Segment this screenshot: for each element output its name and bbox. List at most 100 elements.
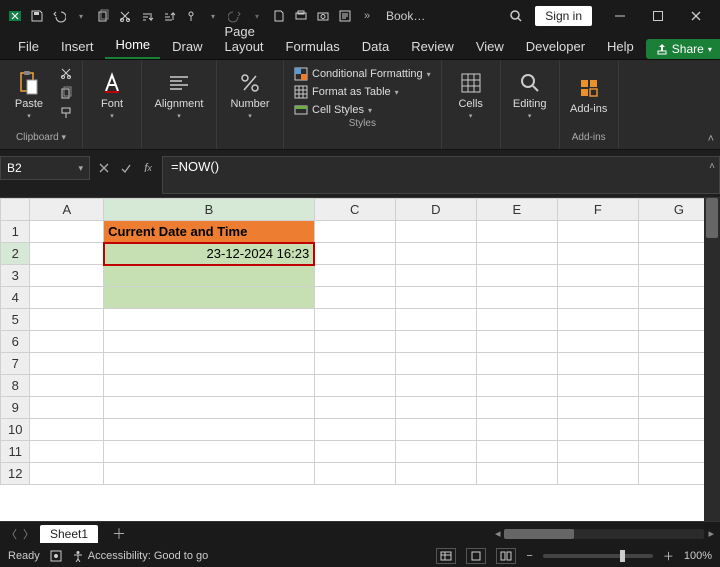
row-header-2[interactable]: 2 [1, 243, 30, 265]
minimize-button[interactable] [602, 2, 638, 30]
paste-button[interactable]: Paste ▾ [6, 62, 52, 128]
accessibility-icon [72, 550, 84, 562]
signin-button[interactable]: Sign in [535, 6, 592, 26]
workbook-name[interactable]: Book… [386, 9, 425, 23]
row-header-9[interactable]: 9 [1, 397, 30, 419]
conditional-formatting-button[interactable]: Conditional Formatting ▾ [290, 66, 435, 82]
row-header-6[interactable]: 6 [1, 331, 30, 353]
close-button[interactable] [678, 2, 714, 30]
format-painter-button[interactable] [56, 104, 76, 122]
zoom-out-button[interactable]: − [526, 550, 532, 562]
form-icon[interactable] [336, 7, 354, 25]
sort-desc-icon[interactable] [160, 7, 178, 25]
sheet-nav-prev[interactable]: 〈 [6, 526, 17, 542]
copy-icon[interactable] [94, 7, 112, 25]
clipboard-group-label: Clipboard ▾ [16, 132, 66, 145]
row-header-1[interactable]: 1 [1, 221, 30, 243]
hscroll-right[interactable]: ▸ [708, 527, 714, 540]
cells-button[interactable]: Cells ▾ [448, 62, 494, 128]
cut-button[interactable] [56, 64, 76, 82]
sheet-tab-sheet1[interactable]: Sheet1 [40, 525, 98, 543]
formula-bar: B2 ▾ fx =NOW() ˄ [0, 150, 720, 198]
print-preview-icon[interactable] [292, 7, 310, 25]
chevron-down-icon[interactable]: ▾ [78, 163, 83, 174]
expand-formula-icon[interactable]: ˄ [709, 161, 715, 172]
search-icon[interactable] [507, 7, 525, 25]
name-box[interactable]: B2 ▾ [0, 156, 90, 180]
tab-insert[interactable]: Insert [51, 34, 104, 59]
dialog-launcher-icon[interactable]: ▾ [62, 132, 67, 142]
tab-home[interactable]: Home [105, 32, 160, 59]
font-button[interactable]: Font ▾ [89, 62, 135, 128]
font-label: Font [101, 98, 123, 110]
view-normal-button[interactable] [436, 548, 456, 564]
horizontal-scrollbar[interactable] [504, 529, 704, 539]
col-header-F[interactable]: F [557, 199, 638, 221]
row-header-8[interactable]: 8 [1, 375, 30, 397]
col-header-C[interactable]: C [314, 199, 395, 221]
touch-icon[interactable] [182, 7, 200, 25]
row-header-4[interactable]: 4 [1, 287, 30, 309]
tab-draw[interactable]: Draw [162, 34, 212, 59]
row-header-11[interactable]: 11 [1, 441, 30, 463]
view-page-break-button[interactable] [496, 548, 516, 564]
cell-B2[interactable]: 23-12-2024 16:23 [104, 243, 315, 265]
row-header-5[interactable]: 5 [1, 309, 30, 331]
sort-asc-icon[interactable] [138, 7, 156, 25]
cell-B1[interactable]: Current Date and Time [104, 221, 315, 243]
row-header-3[interactable]: 3 [1, 265, 30, 287]
tab-data[interactable]: Data [352, 34, 399, 59]
format-as-table-button[interactable]: Format as Table ▾ [290, 84, 435, 100]
row-header-12[interactable]: 12 [1, 463, 30, 485]
fx-button[interactable]: fx [138, 156, 158, 180]
cut-icon[interactable] [116, 7, 134, 25]
col-header-E[interactable]: E [476, 199, 557, 221]
ribbon-tabs: File Insert Home Draw Page Layout Formul… [0, 32, 720, 60]
tab-file[interactable]: File [8, 34, 49, 59]
tab-developer[interactable]: Developer [516, 34, 595, 59]
col-header-A[interactable]: A [30, 199, 104, 221]
copy-button[interactable] [56, 84, 76, 102]
undo-icon[interactable] [50, 7, 68, 25]
cell-grid[interactable]: A B C D E F G 1Current Date and Time 223… [0, 198, 720, 485]
format-as-table-label: Format as Table [312, 86, 391, 98]
zoom-in-button[interactable]: ＋ [663, 548, 674, 564]
select-all-corner[interactable] [1, 199, 30, 221]
sheet-nav-next[interactable]: 〉 [23, 526, 34, 542]
row-header-7[interactable]: 7 [1, 353, 30, 375]
hscroll-left[interactable]: ◂ [495, 527, 501, 540]
tab-review[interactable]: Review [401, 34, 464, 59]
formula-input[interactable]: =NOW() ˄ [162, 156, 720, 194]
col-header-D[interactable]: D [395, 199, 476, 221]
cancel-formula-button[interactable] [94, 156, 114, 180]
cell-B4[interactable] [104, 287, 315, 309]
accessibility-status[interactable]: Accessibility: Good to go [72, 550, 208, 562]
cell-styles-button[interactable]: Cell Styles ▾ [290, 102, 435, 118]
overflow-icon[interactable]: » [358, 7, 376, 25]
collapse-ribbon-icon[interactable]: ˄ [708, 133, 714, 145]
tab-help[interactable]: Help [597, 34, 644, 59]
save-icon[interactable] [28, 7, 46, 25]
enter-formula-button[interactable] [116, 156, 136, 180]
chevron-down-icon[interactable]: ▾ [72, 7, 90, 25]
number-button[interactable]: Number ▾ [223, 62, 277, 128]
zoom-slider[interactable] [543, 554, 653, 558]
view-page-layout-button[interactable] [466, 548, 486, 564]
macro-record-icon[interactable] [50, 550, 62, 562]
tab-formulas[interactable]: Formulas [276, 34, 350, 59]
add-sheet-button[interactable]: ＋ [104, 524, 134, 544]
tab-page-layout[interactable]: Page Layout [215, 19, 274, 59]
cell-B3[interactable] [104, 265, 315, 287]
zoom-level[interactable]: 100% [684, 550, 712, 562]
vertical-scrollbar[interactable] [704, 198, 720, 521]
row-header-10[interactable]: 10 [1, 419, 30, 441]
ribbon: Paste ▾ Clipboard ▾ Font ▾ Alignment [0, 60, 720, 150]
maximize-button[interactable] [640, 2, 676, 30]
tab-view[interactable]: View [466, 34, 514, 59]
addins-button[interactable]: Add-ins [566, 62, 612, 128]
editing-button[interactable]: Editing ▾ [507, 62, 553, 128]
alignment-button[interactable]: Alignment ▾ [148, 62, 210, 128]
camera-icon[interactable] [314, 7, 332, 25]
share-button[interactable]: Share ▾ [646, 39, 720, 59]
col-header-B[interactable]: B [104, 199, 315, 221]
